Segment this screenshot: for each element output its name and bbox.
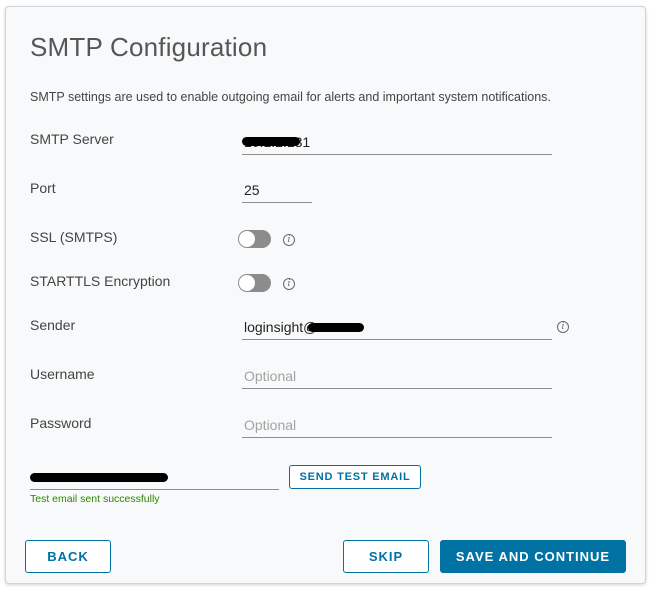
toggle-knob [239,231,255,247]
password-input[interactable] [242,412,552,437]
username-input[interactable] [242,363,552,388]
skip-button[interactable]: SKIP [343,540,429,573]
ssl-label: SSL (SMTPS) [30,229,118,245]
redaction-mark [30,473,168,482]
info-icon[interactable]: i [557,321,569,333]
save-and-continue-button[interactable]: SAVE AND CONTINUE [440,540,626,573]
ssl-toggle[interactable] [238,230,271,248]
redaction-mark [308,323,364,332]
smtp-server-label: SMTP Server [30,131,114,147]
starttls-label: STARTTLS Encryption [30,273,171,289]
send-test-email-button[interactable]: SEND TEST EMAIL [289,465,421,489]
username-label: Username [30,366,95,382]
starttls-toggle[interactable] [238,274,271,292]
smtp-config-card: SMTP Configuration SMTP settings are use… [5,6,646,584]
page-description: SMTP settings are used to enable outgoin… [30,90,551,104]
port-field[interactable] [242,177,312,203]
username-field[interactable] [242,363,552,389]
sender-input[interactable] [242,314,552,339]
sender-label: Sender [30,317,76,333]
port-label: Port [30,180,56,196]
port-input[interactable] [242,177,312,202]
toggle-knob [239,275,255,291]
password-field[interactable] [242,412,552,438]
info-icon[interactable]: i [283,278,295,290]
password-label: Password [30,415,92,431]
back-button[interactable]: BACK [25,540,111,573]
test-email-status: Test email sent successfully [30,493,160,505]
redaction-mark [242,137,300,146]
sender-field[interactable] [242,314,552,340]
info-icon[interactable]: i [283,234,295,246]
page-title: SMTP Configuration [30,32,268,62]
